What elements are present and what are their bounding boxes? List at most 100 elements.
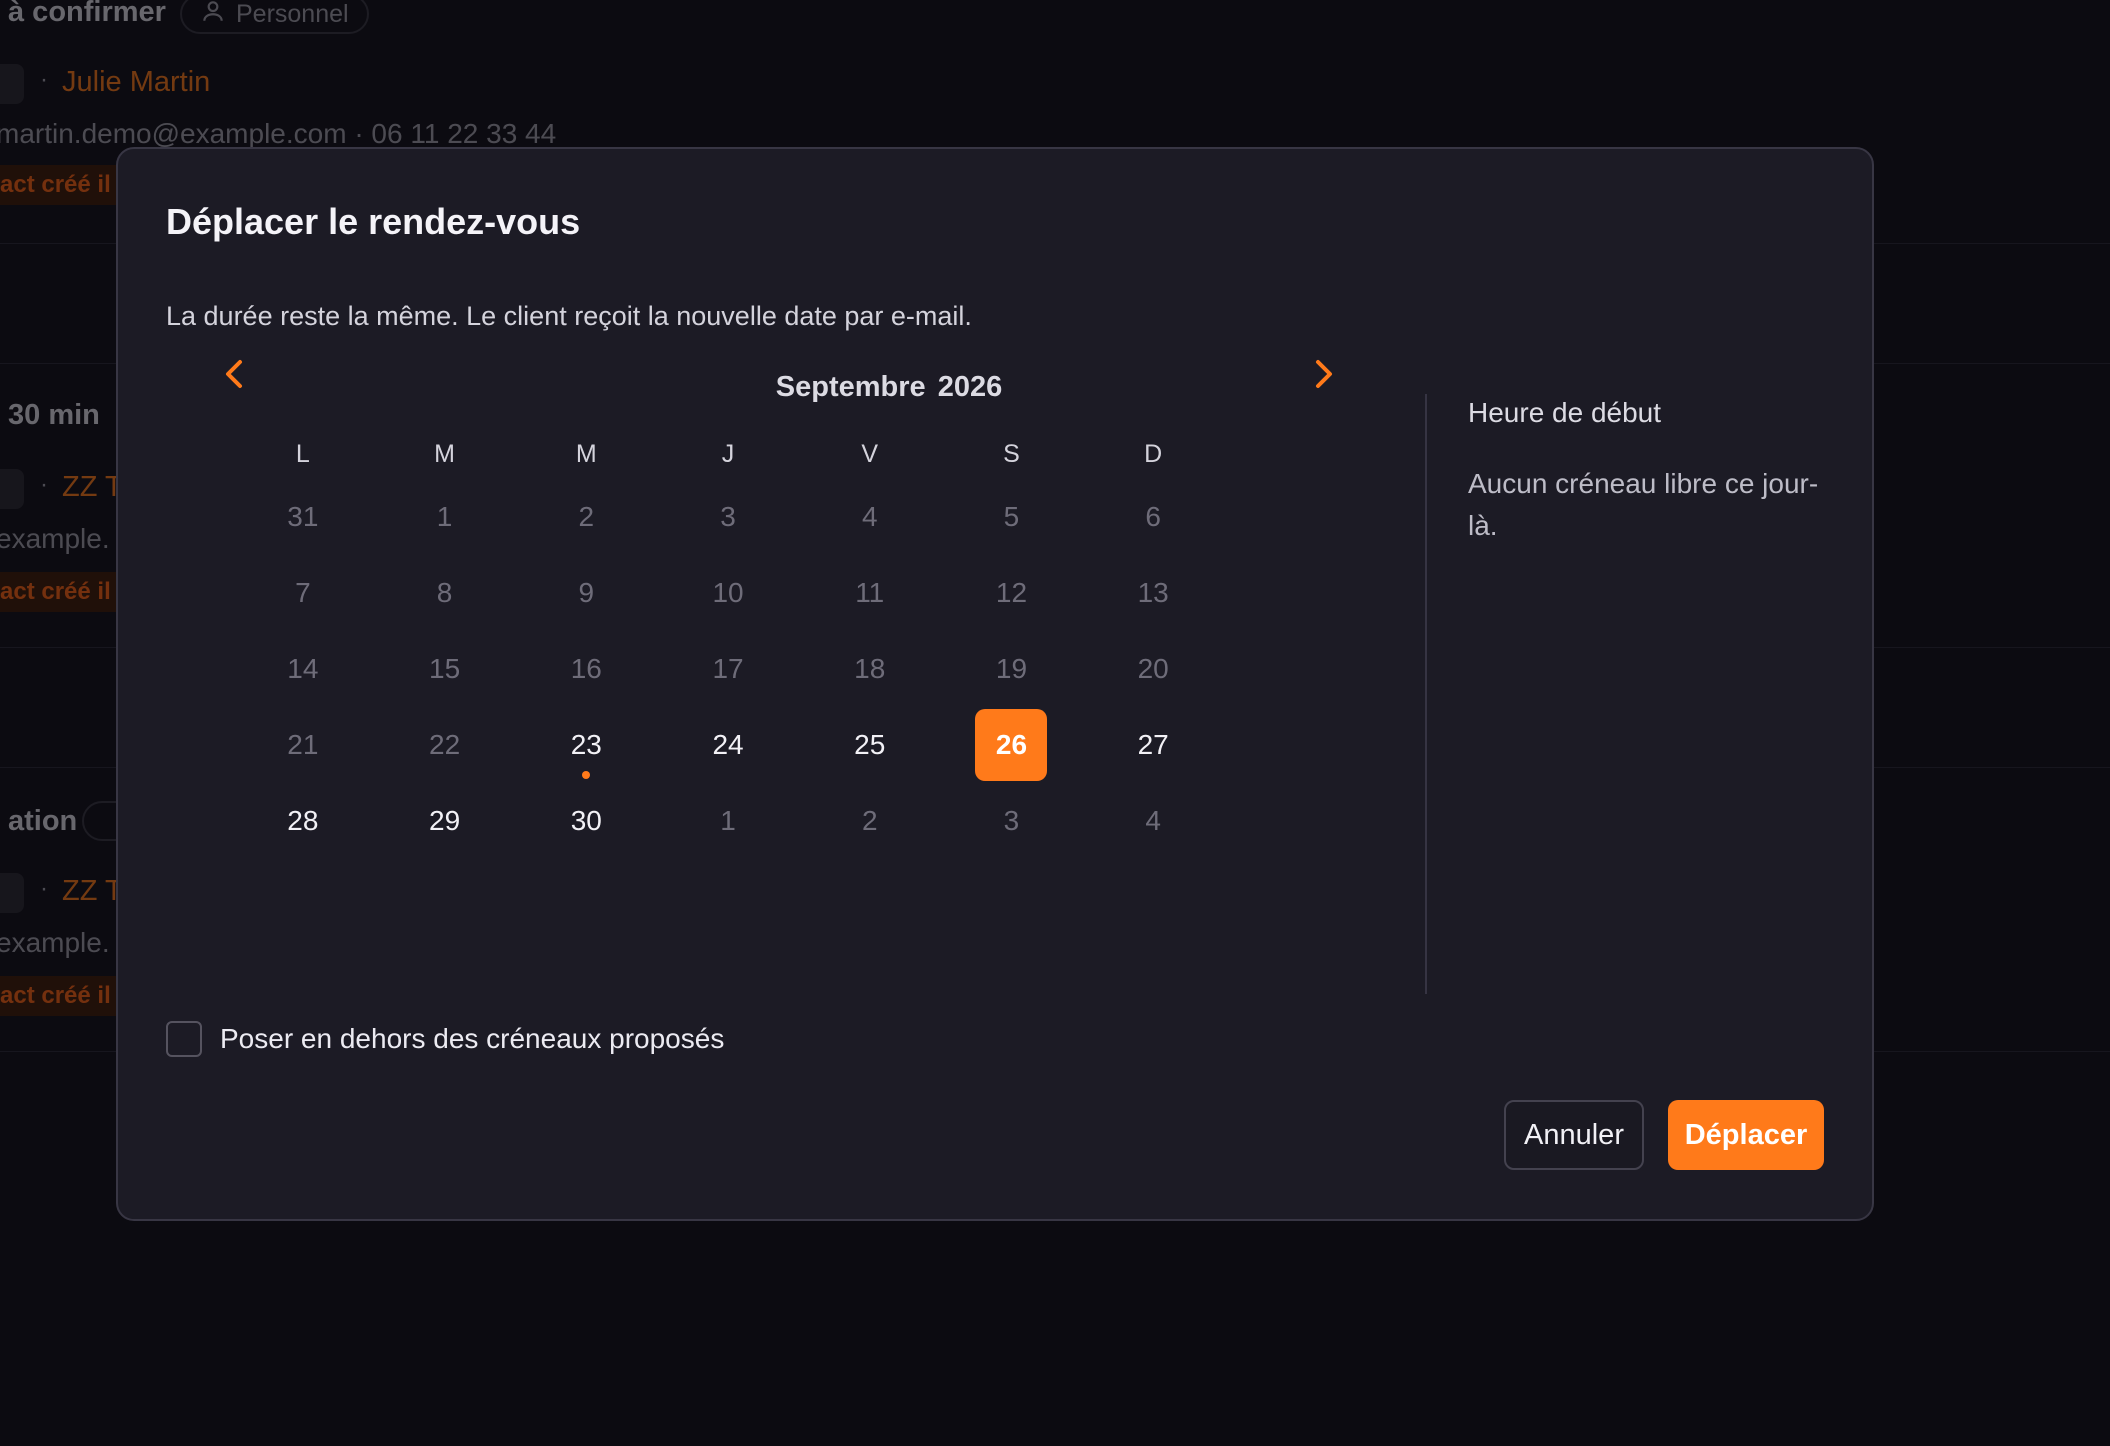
calendar-weeks: 31 1 2 3 4 5 6 7 8 9 10 11 12 13 14 15 16 17 18 19 20 21 22 23 2…: [232, 479, 1224, 859]
day-cell: 11: [799, 555, 941, 631]
pill-label: Personnel: [236, 0, 349, 28]
day-number: 9: [578, 577, 595, 608]
day-number: 31: [287, 501, 319, 532]
day-number: 25: [854, 729, 886, 760]
dialog-title: Déplacer le rendez-vous: [166, 201, 581, 242]
appointment-duration: 30 min: [8, 399, 100, 431]
cancel-button[interactable]: Annuler: [1504, 1100, 1644, 1170]
start-time-heading: Heure de début: [1468, 397, 1662, 428]
day-number: 27: [1137, 729, 1169, 760]
day-cell: 19: [941, 631, 1083, 707]
day-cell: 2: [799, 783, 941, 859]
day-number: 11: [855, 577, 885, 608]
client-contact: martin.demo@example.com · 06 11 22 33 44: [0, 118, 557, 149]
day-number: 19: [995, 653, 1028, 684]
day-cell: 7: [232, 555, 374, 631]
day-number: 10: [712, 577, 744, 608]
day-cell: 20: [1082, 631, 1224, 707]
day-number: 24: [712, 729, 744, 760]
day-cell: 10: [657, 555, 799, 631]
day-number: 2: [578, 501, 595, 532]
day-number: 30: [570, 805, 602, 836]
day-cell: 16: [515, 631, 657, 707]
day-cell: 4: [1082, 783, 1224, 859]
day-cell: 5: [941, 479, 1083, 555]
day-cell[interactable]: 28: [232, 783, 374, 859]
chevron-right-icon[interactable]: [1304, 356, 1344, 396]
day-number: 6: [1145, 501, 1161, 532]
day-number: 20: [1137, 653, 1169, 684]
day-cell: 4: [799, 479, 941, 555]
calendar-week: 21 22 23 24 25 26 27: [232, 707, 1224, 783]
day-cell: 21: [232, 707, 374, 783]
user-icon: [200, 0, 226, 31]
client-name[interactable]: ZZ T: [62, 471, 123, 504]
outside-slots-checkbox[interactable]: [166, 1021, 202, 1057]
day-cell: 2: [515, 479, 657, 555]
day-cell: 9: [515, 555, 657, 631]
day-number: 22: [429, 729, 461, 760]
calendar-week: 31 1 2 3 4 5 6: [232, 479, 1224, 555]
service-chip: [0, 64, 24, 104]
day-number: 14: [287, 653, 319, 684]
outside-slots-option[interactable]: Poser en dehors des créneaux proposés: [166, 1021, 724, 1057]
calendar-week: 7 8 9 10 11 12 13: [232, 555, 1224, 631]
service-chip: [0, 873, 24, 913]
today-marker: [582, 771, 591, 779]
month-label: Septembre 2026: [234, 371, 1544, 404]
day-cell: 1: [374, 479, 516, 555]
day-cell: 1: [657, 783, 799, 859]
day-number: 3: [1003, 805, 1020, 836]
start-time-panel: Heure de début Aucun créneau libre ce jo…: [1468, 397, 1828, 547]
day-cell[interactable]: 29: [374, 783, 516, 859]
day-number: 28: [287, 805, 319, 836]
day-cell: 15: [374, 631, 516, 707]
day-number: 4: [861, 501, 878, 532]
separator-dot: ·: [40, 66, 48, 93]
client-name[interactable]: Julie Martin: [62, 66, 210, 99]
client-contact: example.: [0, 927, 110, 958]
day-cell: 31: [232, 479, 374, 555]
day-number: 21: [287, 729, 319, 760]
day-cell: 6: [1082, 479, 1224, 555]
client-name[interactable]: ZZ T: [62, 875, 123, 908]
reschedule-dialog: Déplacer le rendez-vous La durée reste l…: [116, 147, 1874, 1221]
weekday-label: L: [295, 440, 310, 468]
dialog-description: La durée reste la même. Le client reçoit…: [166, 301, 972, 331]
year-value: 2026: [937, 371, 1003, 403]
day-number: 13: [1137, 577, 1169, 608]
service-chip: [0, 469, 24, 509]
weekday-label: M: [575, 440, 597, 468]
section-title: à confirmer: [8, 0, 166, 28]
weekday-label: J: [721, 440, 735, 468]
day-number: 4: [1145, 805, 1161, 836]
weekday-header: LMMJVSD: [232, 429, 1224, 479]
move-button[interactable]: Déplacer: [1668, 1100, 1824, 1170]
day-number: 18: [854, 653, 886, 684]
day-number: 5: [1003, 501, 1020, 532]
day-cell[interactable]: 24: [657, 707, 799, 783]
no-slots-message: Aucun créneau libre ce jour-là.: [1468, 468, 1819, 541]
day-number: 1: [436, 501, 453, 532]
day-number: 12: [995, 577, 1028, 608]
day-cell[interactable]: 27: [1082, 707, 1224, 783]
day-number: 7: [295, 577, 311, 608]
day-cell[interactable]: 23: [515, 707, 657, 783]
weekday-label: M: [434, 440, 455, 468]
personnel-filter-pill[interactable]: Personnel: [180, 0, 369, 34]
day-cell: 8: [374, 555, 516, 631]
day-number: 16: [570, 653, 602, 684]
day-cell[interactable]: 30: [515, 783, 657, 859]
day-number: 3: [720, 501, 736, 532]
status-badge: act créé il: [0, 165, 130, 205]
weekday-label: V: [861, 440, 879, 468]
weekday-label: S: [1003, 440, 1020, 468]
day-cell[interactable]: 25: [799, 707, 941, 783]
status-badge: act créé il: [0, 976, 130, 1016]
selected-day-cell[interactable]: 26: [941, 707, 1083, 783]
day-cell: 14: [232, 631, 374, 707]
day-number: 23: [570, 729, 602, 760]
day-cell: 12: [941, 555, 1083, 631]
day-number: 1: [720, 805, 736, 836]
day-number: 29: [429, 805, 461, 836]
